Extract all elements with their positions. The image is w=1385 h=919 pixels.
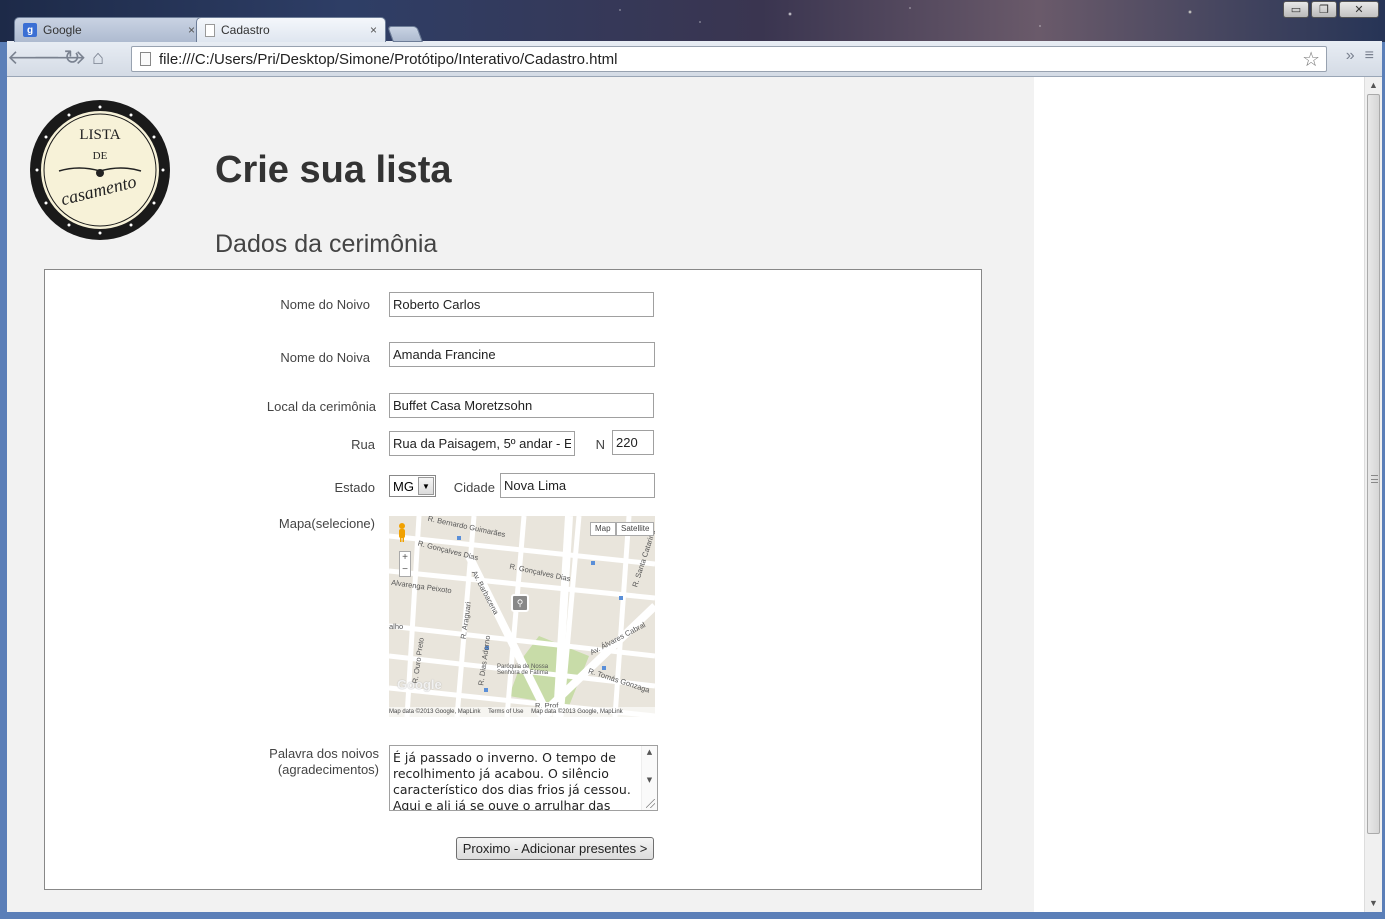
map-terms-link[interactable]: Terms of Use	[488, 709, 523, 715]
map-pin-icon[interactable]: ⚲	[511, 594, 529, 612]
extensions-chevron-icon[interactable]: »	[1346, 47, 1355, 65]
next-add-gifts-button[interactable]: Proximo - Adicionar presentes >	[456, 837, 654, 860]
rua-input[interactable]	[389, 431, 575, 456]
estado-label: Estado	[334, 480, 375, 495]
zoom-in-button[interactable]: +	[400, 552, 410, 564]
page-content: LISTA DE casamento Crie sua lista Dados …	[7, 77, 1034, 912]
logo-line-1: LISTA	[79, 127, 120, 143]
palavra-textarea[interactable]: É já passado o inverno. O tempo de recol…	[389, 745, 658, 811]
noivo-input[interactable]	[389, 292, 654, 317]
section-subtitle: Dados da cerimônia	[215, 230, 438, 258]
tab-cadastro[interactable]: Cadastro ×	[196, 17, 386, 42]
palavra-label-line2: (agradecimentos)	[277, 762, 379, 777]
google-watermark: Google	[397, 677, 442, 692]
scroll-up-arrow-icon[interactable]: ▲	[1365, 77, 1382, 94]
tab-google[interactable]: g Google ×	[14, 17, 204, 42]
map-type-satellite-button[interactable]: Satellite	[616, 522, 655, 536]
cidade-label: Cidade	[453, 480, 495, 495]
estado-selected-value: MG	[393, 478, 414, 494]
window-frame-left	[0, 42, 7, 919]
google-favicon-icon: g	[23, 23, 37, 37]
home-icon[interactable]: ⌂	[85, 46, 111, 72]
map-footer: Map data ©2013 Google, MapLink Terms of …	[389, 707, 655, 717]
tab-strip: g Google × Cadastro ×	[14, 16, 423, 42]
map-place-label: Paróquia de Nossa Senhora de Fátima	[497, 664, 549, 676]
noiva-input[interactable]	[389, 342, 655, 367]
map-type-map-button[interactable]: Map	[590, 522, 616, 536]
lista-de-casamento-logo: LISTA DE casamento	[30, 100, 170, 240]
cidade-input[interactable]	[500, 473, 655, 498]
document-favicon-icon	[205, 23, 215, 37]
page-icon	[140, 52, 151, 66]
browser-toolbar: 🡐 🡒 ↻ ⌂ file:///C:/Users/Pri/Desktop/Sim…	[7, 41, 1382, 77]
bookmark-star-icon[interactable]: ☆	[1302, 47, 1320, 72]
close-window-button[interactable]: ✕	[1339, 1, 1379, 18]
page-title: Crie sua lista	[215, 149, 452, 191]
page-viewport: LISTA DE casamento Crie sua lista Dados …	[7, 77, 1382, 912]
tab-close-icon[interactable]: ×	[188, 23, 195, 37]
palavra-label-line1: Palavra dos noivos	[269, 746, 379, 761]
tab-close-icon[interactable]: ×	[370, 23, 377, 37]
scrollbar-grip-icon	[1371, 475, 1378, 483]
logo-line-2: DE	[93, 150, 108, 162]
zoom-out-button[interactable]: −	[400, 564, 410, 576]
reload-icon[interactable]: ↻	[59, 46, 85, 72]
map-zoom-control: + −	[399, 551, 411, 577]
url-text[interactable]: file:///C:/Users/Pri/Desktop/Simone/Prot…	[159, 51, 1302, 68]
maximize-button[interactable]: ❐	[1311, 1, 1337, 18]
noiva-label: Nome do Noiva	[280, 350, 370, 365]
forward-arrow-icon[interactable]: 🡒	[33, 46, 87, 72]
local-input[interactable]	[389, 393, 654, 418]
back-arrow-icon[interactable]: 🡐	[7, 46, 61, 72]
numero-label: N	[595, 437, 605, 452]
palavra-text: É já passado o inverno. O tempo de recol…	[393, 750, 631, 811]
scrollbar-thumb[interactable]	[1367, 94, 1380, 834]
menu-icon[interactable]: ≡	[1365, 47, 1374, 65]
noivo-label: Nome do Noivo	[280, 297, 370, 312]
mapa-label: Mapa(selecione)	[278, 516, 375, 531]
tab-label: Cadastro	[221, 23, 270, 37]
window-controls: ▭ ❐ ✕	[1283, 1, 1379, 18]
local-label: Local da cerimônia	[266, 399, 376, 414]
scroll-down-arrow-icon[interactable]: ▼	[1365, 895, 1382, 912]
resize-grip-icon[interactable]	[646, 799, 655, 808]
numero-input[interactable]	[612, 430, 654, 455]
page-scrollbar[interactable]: ▲ ▼	[1364, 77, 1382, 912]
dropdown-arrow-icon[interactable]: ▼	[418, 477, 434, 495]
map-data-credit: Map data ©2013 Google, MapLink	[389, 709, 481, 715]
minimize-button[interactable]: ▭	[1283, 1, 1309, 18]
rua-label: Rua	[351, 437, 375, 452]
palavra-label: Palavra dos noivos (agradecimentos)	[235, 746, 379, 778]
ceremony-form: Nome do Noivo Nome do Noiva Local da cer…	[44, 269, 982, 890]
new-tab-button[interactable]	[387, 26, 423, 42]
window-frame-bottom	[0, 912, 1385, 919]
map-widget[interactable]: R. Bernardo Guimarães R. Gonçalves Dias …	[389, 516, 655, 717]
estado-select[interactable]: MG ▼	[389, 475, 436, 497]
scroll-up-arrow-icon[interactable]: ▲	[642, 746, 657, 758]
map-street-label: alho	[389, 622, 404, 631]
address-bar[interactable]: file:///C:/Users/Pri/Desktop/Simone/Prot…	[131, 46, 1327, 72]
tab-label: Google	[43, 23, 82, 37]
pegman-icon[interactable]	[397, 522, 407, 542]
map-data-credit: Map data ©2013 Google, MapLink	[531, 709, 623, 715]
scroll-down-arrow-icon[interactable]: ▼	[642, 774, 657, 786]
